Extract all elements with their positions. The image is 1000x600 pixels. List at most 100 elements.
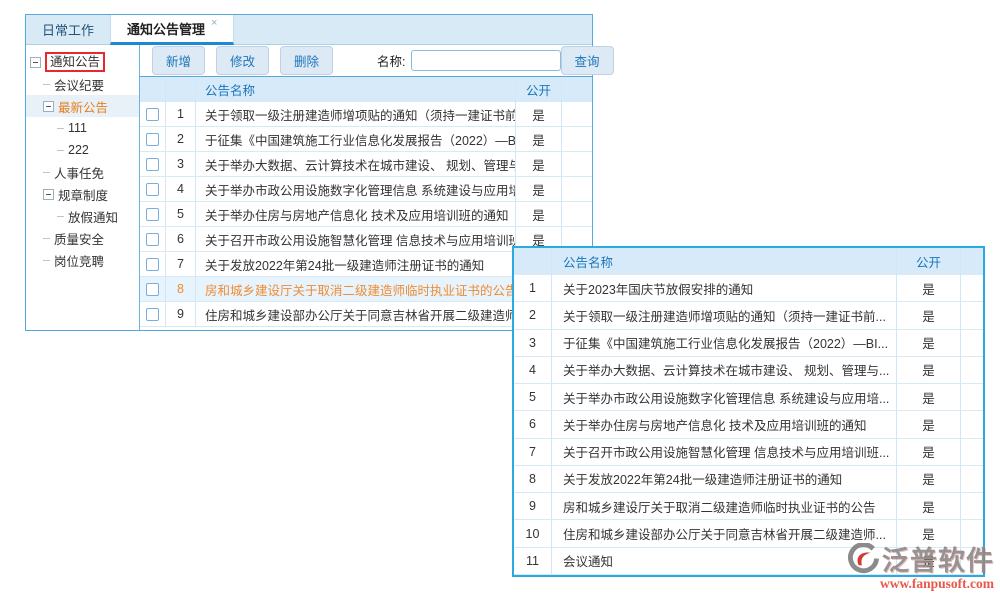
row-checkbox[interactable] — [146, 233, 159, 246]
row-checkbox-cell — [140, 227, 166, 251]
notice-name: 于征集《中国建筑施工行业信息化发展报告（2022）—BI... — [196, 127, 516, 151]
table-row[interactable]: 2关于领取一级注册建造师增项贴的通知（须持一建证书前...是 — [514, 302, 983, 329]
row-checkbox[interactable] — [146, 308, 159, 321]
notice-name: 房和城乡建设厅关于取消二级建造师临时执业证书的公告 — [552, 493, 897, 519]
table-row[interactable]: 4关于举办大数据、云计算技术在城市建设、 规划、管理与...是 — [514, 357, 983, 384]
name-filter-label: 名称: — [377, 51, 405, 70]
add-button[interactable]: 新增 — [152, 46, 205, 75]
tree-item-label: 111 — [68, 121, 87, 135]
table-row[interactable]: 1关于2023年国庆节放假安排的通知是 — [514, 275, 983, 302]
notice-name: 关于举办住房与房地产信息化 技术及应用培训班的通知 — [552, 411, 897, 437]
public-flag: 是 — [897, 466, 961, 492]
row-checkbox[interactable] — [146, 133, 159, 146]
row-number: 2 — [514, 302, 552, 328]
tree-item-通知公告[interactable]: 通知公告 — [26, 51, 139, 73]
table-row[interactable]: 5关于举办住房与房地产信息化 技术及应用培训班的通知是 — [140, 202, 592, 227]
table-row[interactable]: 10住房和城乡建设部办公厅关于同意吉林省开展二级建造师...是 — [514, 520, 983, 547]
notice-name: 关于举办住房与房地产信息化 技术及应用培训班的通知 — [196, 202, 516, 226]
table-row[interactable]: 9房和城乡建设厅关于取消二级建造师临时执业证书的公告是 — [514, 493, 983, 520]
close-icon[interactable]: × — [211, 17, 217, 29]
toolbar: 新增 修改 删除 名称: 查询 — [140, 45, 592, 76]
table-row[interactable]: 7关于召开市政公用设施智慧化管理 信息技术与应用培训班...是 — [514, 439, 983, 466]
table-row[interactable]: 2于征集《中国建筑施工行业信息化发展报告（2022）—BI...是 — [140, 127, 592, 152]
row-number: 2 — [166, 127, 196, 151]
notice-name: 关于发放2022年第24批一级建造师注册证书的通知 — [196, 252, 516, 276]
table-row[interactable]: 4关于举办市政公用设施数字化管理信息 系统建设与应用培...是 — [140, 177, 592, 202]
delete-button[interactable]: 删除 — [280, 46, 333, 75]
table-row[interactable]: 8关于发放2022年第24批一级建造师注册证书的通知是 — [514, 466, 983, 493]
row-number: 9 — [514, 493, 552, 519]
row-checkbox-cell — [140, 202, 166, 226]
tree-item-最新公告[interactable]: 最新公告 — [26, 95, 139, 117]
notice-name: 关于发放2022年第24批一级建造师注册证书的通知 — [552, 466, 897, 492]
tree-item-规章制度[interactable]: 规章制度 — [26, 183, 139, 205]
table-row[interactable]: 3于征集《中国建筑施工行业信息化发展报告（2022）—BI...是 — [514, 330, 983, 357]
public-flag: 是 — [897, 439, 961, 465]
popup-header-notice-name: 公告名称 — [552, 248, 897, 275]
row-end-cell — [961, 330, 983, 356]
tab-daily-work-label: 日常工作 — [42, 20, 94, 39]
row-end-cell — [562, 127, 592, 151]
tree-item-会议纪要[interactable]: 会议纪要 — [26, 73, 139, 95]
row-number: 11 — [514, 548, 552, 574]
tree-item-质量安全[interactable]: 质量安全 — [26, 227, 139, 249]
row-end-cell — [562, 152, 592, 176]
row-end-cell — [961, 439, 983, 465]
row-checkbox[interactable] — [146, 183, 159, 196]
public-flag: 是 — [897, 275, 961, 301]
table-row[interactable]: 1关于领取一级注册建造师增项贴的通知（须持一建证书前...是 — [140, 102, 592, 127]
row-checkbox[interactable] — [146, 283, 159, 296]
notice-management-window: 日常工作 通知公告管理 × 通知公告会议纪要最新公告 111 222 人事任免规章制度… — [25, 14, 593, 331]
header-checkbox-column — [140, 77, 166, 102]
row-end-cell — [562, 177, 592, 201]
notice-name: 住房和城乡建设部办公厅关于同意吉林省开展二级建造师... — [552, 520, 897, 546]
collapse-icon[interactable] — [43, 189, 54, 200]
tree-item-111[interactable]: 111 — [26, 117, 139, 139]
notice-name: 会议通知 — [552, 548, 897, 574]
public-flag: 是 — [897, 357, 961, 383]
collapse-icon[interactable] — [43, 101, 54, 112]
row-end-cell — [961, 411, 983, 437]
notice-name: 于征集《中国建筑施工行业信息化发展报告（2022）—BI... — [552, 330, 897, 356]
table-row[interactable]: 5关于举办市政公用设施数字化管理信息 系统建设与应用培...是 — [514, 384, 983, 411]
row-number: 1 — [514, 275, 552, 301]
name-filter-input[interactable] — [411, 50, 561, 71]
tree-item-label: 人事任免 — [54, 163, 104, 182]
tree-item-label: 最新公告 — [58, 97, 108, 116]
collapse-icon[interactable] — [30, 57, 41, 68]
tree-item-label: 规章制度 — [58, 185, 108, 204]
row-number: 6 — [514, 411, 552, 437]
tree-item-222[interactable]: 222 — [26, 139, 139, 161]
table-row[interactable]: 11会议通知是 — [514, 548, 983, 575]
row-end-cell — [961, 384, 983, 410]
tree-connector — [43, 172, 50, 173]
notice-name: 关于2023年国庆节放假安排的通知 — [552, 275, 897, 301]
tree-connector — [57, 128, 64, 129]
row-checkbox[interactable] — [146, 208, 159, 221]
notice-name: 住房和城乡建设部办公厅关于同意吉林省开展二级建造师... — [196, 302, 516, 326]
row-checkbox[interactable] — [146, 258, 159, 271]
public-flag: 是 — [897, 302, 961, 328]
tab-bar: 日常工作 通知公告管理 × — [26, 15, 592, 45]
row-checkbox[interactable] — [146, 108, 159, 121]
row-checkbox[interactable] — [146, 158, 159, 171]
tab-notice-management[interactable]: 通知公告管理 × — [110, 15, 234, 45]
tree-connector — [43, 238, 50, 239]
watermark-url: www.fanpusoft.com — [848, 576, 994, 592]
edit-button[interactable]: 修改 — [216, 46, 269, 75]
tree-item-岗位竞聘[interactable]: 岗位竞聘 — [26, 249, 139, 271]
table-row[interactable]: 3关于举办大数据、云计算技术在城市建设、 规划、管理与...是 — [140, 152, 592, 177]
tree-item-放假通知[interactable]: 放假通知 — [26, 205, 139, 227]
tree-item-人事任免[interactable]: 人事任免 — [26, 161, 139, 183]
notice-name: 关于召开市政公用设施智慧化管理 信息技术与应用培训班... — [552, 439, 897, 465]
popup-header-end-column — [961, 248, 983, 275]
public-flag: 是 — [897, 493, 961, 519]
table-row[interactable]: 6关于举办住房与房地产信息化 技术及应用培训班的通知是 — [514, 411, 983, 438]
tab-daily-work[interactable]: 日常工作 — [26, 15, 110, 44]
query-button[interactable]: 查询 — [561, 46, 614, 75]
tab-notice-management-label: 通知公告管理 — [127, 19, 205, 38]
row-checkbox-cell — [140, 252, 166, 276]
popup-header-number-column — [514, 248, 552, 275]
notice-table-header: 公告名称 公开 — [140, 77, 592, 102]
public-flag: 是 — [516, 202, 562, 226]
